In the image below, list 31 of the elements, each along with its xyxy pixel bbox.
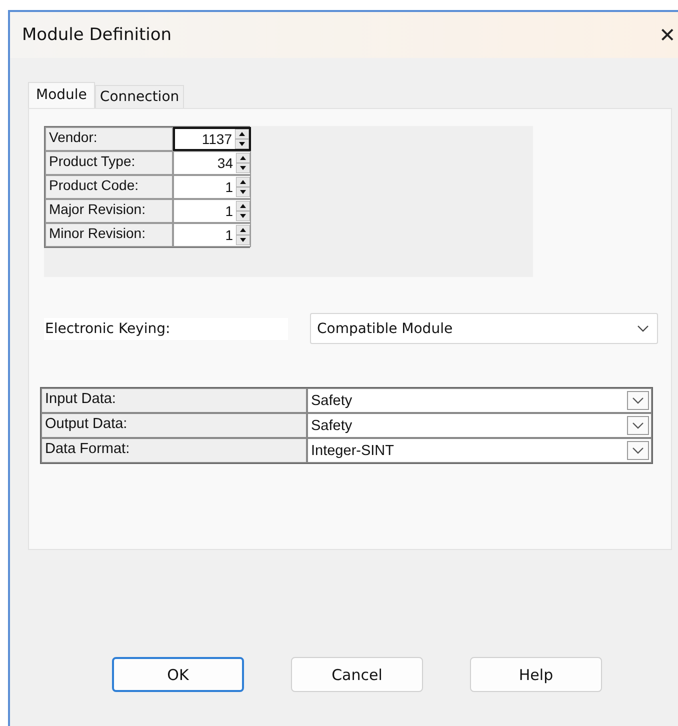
field-label: Product Type: (45, 151, 173, 175)
dropdown-cell[interactable]: Integer-SINT (307, 438, 652, 463)
spin-field[interactable]: 1 (173, 175, 251, 199)
field-label: Output Data: (41, 413, 307, 438)
spin-field[interactable]: 1 (173, 223, 251, 247)
keying-dropdown[interactable]: Compatible Module (310, 313, 658, 344)
spin-field[interactable]: 34 (173, 151, 251, 175)
field-label: Input Data: (41, 388, 307, 413)
tab[interactable]: Connection (94, 85, 184, 108)
close-button[interactable]: ✕ (657, 22, 678, 48)
spin-field[interactable]: 1 (173, 199, 251, 223)
dropdown-cell[interactable]: Safety (307, 413, 652, 438)
field-label: Major Revision: (45, 199, 173, 223)
field-label: Data Format: (41, 438, 307, 463)
spinner-arrows-icon[interactable] (236, 225, 250, 245)
dialog-button[interactable]: Help (470, 657, 602, 692)
tab[interactable]: Module (28, 82, 95, 109)
field-label: Product Code: (45, 175, 173, 199)
field-label: Minor Revision: (45, 223, 173, 247)
window-title: Module Definition (22, 25, 172, 45)
spinner-arrows-icon[interactable] (236, 153, 250, 173)
keying-label: Electronic Keying: (44, 318, 288, 340)
spinner-arrows-icon[interactable] (236, 177, 250, 197)
dropdown-cell[interactable]: Safety (307, 388, 652, 413)
spinner-arrows-icon[interactable] (236, 201, 250, 221)
dialog-button[interactable]: OK (112, 657, 244, 692)
spin-field[interactable]: 1137 (173, 127, 251, 151)
chevron-down-icon (637, 324, 649, 332)
dialog-button[interactable]: Cancel (291, 657, 423, 692)
spinner-arrows-icon[interactable] (235, 129, 249, 149)
field-label: Vendor: (45, 127, 173, 151)
